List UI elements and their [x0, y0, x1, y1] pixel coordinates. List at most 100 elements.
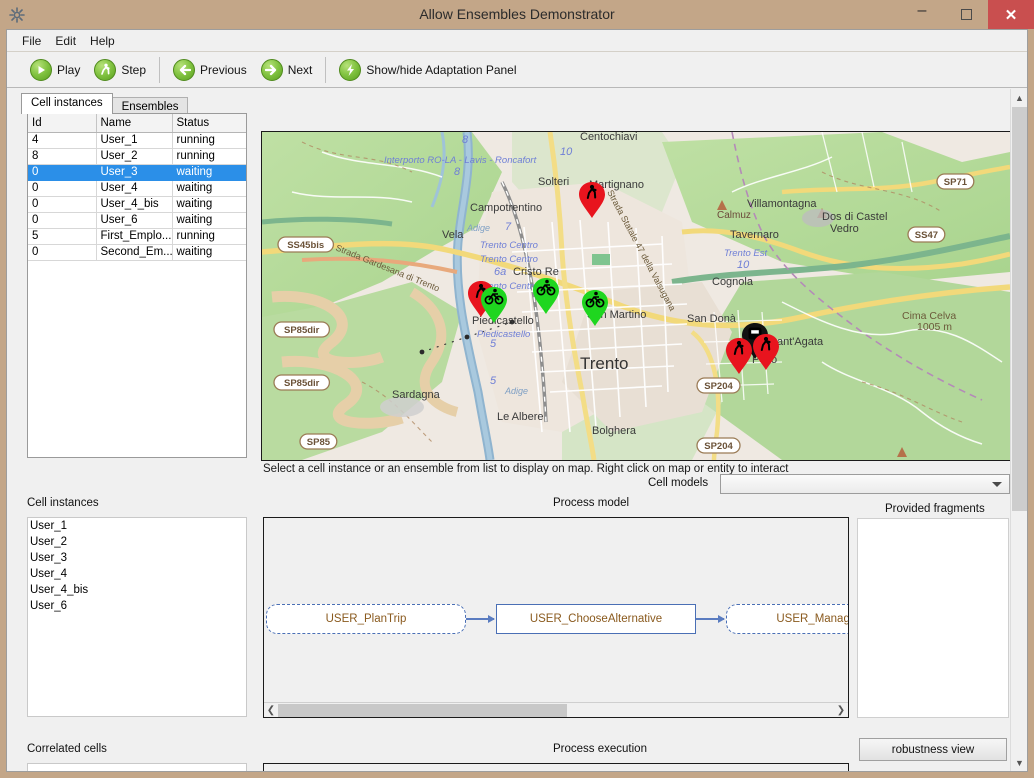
play-icon	[30, 59, 52, 81]
table-row[interactable]: 0 User_6 waiting	[28, 212, 246, 229]
correlated-cells-section-label: Correlated cells	[27, 743, 107, 755]
process-arrow-1	[466, 615, 495, 623]
map-view[interactable]: Centochiavi Interporto RO-LA - Lavis - Ro…	[261, 131, 1011, 461]
list-item[interactable]: User_2	[28, 534, 246, 550]
svg-text:SP85: SP85	[307, 437, 331, 448]
list-item[interactable]: User_4_bis	[28, 582, 246, 598]
list-item[interactable]: User_3	[28, 550, 246, 566]
application-window: Allow Ensembles Demonstrator – ✕ File Ed…	[0, 0, 1034, 778]
step-button[interactable]: Step	[87, 57, 153, 83]
previous-button-label: Previous	[200, 63, 247, 77]
menu-file[interactable]: File	[15, 32, 48, 50]
map-label: 5	[490, 338, 497, 350]
map-label: 10	[560, 146, 573, 158]
provided-fragments-section-label: Provided fragments	[885, 503, 985, 515]
table-row[interactable]: 5 First_Emplo... running	[28, 228, 246, 245]
map-road-shield: SP85dir	[273, 321, 331, 338]
next-button-label: Next	[287, 63, 313, 77]
correlated-cells-list[interactable]	[27, 763, 247, 771]
map-label: Vela	[442, 229, 464, 241]
menu-help[interactable]: Help	[83, 32, 122, 50]
map-label: Trento Centro	[480, 240, 538, 251]
process-model-panel[interactable]: USER_PlanTrip USER_ChooseAlternative USE…	[263, 517, 849, 718]
toolbar-separator-1	[159, 57, 161, 83]
arrow-right-icon	[260, 59, 283, 81]
process-node-choosealternative[interactable]: USER_ChooseAlternative	[496, 604, 696, 634]
table-cell-status: waiting	[172, 164, 246, 181]
list-item[interactable]: User_4	[28, 566, 246, 582]
table-cell-name: First_Emplo...	[96, 228, 173, 245]
svg-text:SP204: SP204	[704, 441, 733, 452]
map-label: 7	[505, 221, 512, 233]
process-execution-panel[interactable]: USER_PlanTrip USER_ChooseAlternative USE…	[263, 763, 849, 771]
table-row[interactable]: 4 User_1 running	[28, 132, 246, 149]
previous-button[interactable]: Previous	[166, 57, 254, 83]
map-label: Trento Centro	[480, 254, 538, 265]
table-cell-name: User_2	[96, 148, 173, 165]
robustness-view-button[interactable]: robustness view	[859, 738, 1007, 761]
walk-icon	[94, 59, 117, 81]
title-bar: Allow Ensembles Demonstrator – ✕	[0, 0, 1034, 29]
show-hide-adaptation-panel-button[interactable]: Show/hide Adaptation Panel	[332, 57, 523, 83]
maximize-button[interactable]	[944, 0, 988, 29]
provided-fragments-list[interactable]	[857, 518, 1009, 718]
column-header-id[interactable]: Id	[28, 114, 97, 133]
map-label: Trento	[580, 354, 629, 373]
map-label: 8	[454, 166, 461, 178]
table-header-row: Id Name Status	[28, 114, 246, 133]
process-node-plantrip[interactable]: USER_PlanTrip	[266, 604, 466, 634]
scroll-up-icon[interactable]: ▲	[1011, 89, 1027, 106]
chevron-down-icon	[992, 481, 1002, 487]
menu-edit[interactable]: Edit	[48, 32, 83, 50]
menu-bar: File Edit Help	[7, 30, 1027, 52]
table-row[interactable]: 0 User_4_bis waiting	[28, 196, 246, 213]
map-label: Calmuz	[717, 210, 751, 221]
map-label: Cognola	[712, 276, 754, 288]
table-row[interactable]: 0 User_3 waiting	[28, 164, 246, 181]
hscroll-thumb[interactable]	[278, 703, 568, 717]
table-cell-name: Second_Em...	[96, 244, 173, 261]
map-label: 5	[490, 375, 497, 387]
close-button[interactable]: ✕	[988, 0, 1034, 29]
column-header-name[interactable]: Name	[96, 114, 173, 133]
cell-instances-list[interactable]: User_1 User_2 User_3 User_4 User_4_bis User_6	[27, 517, 247, 717]
minimize-button[interactable]: –	[900, 0, 944, 29]
map-label: Strada Gardesana di Trento	[334, 243, 441, 294]
table-row[interactable]: 0 Second_Em... waiting	[28, 244, 246, 261]
walk-marker[interactable]	[579, 182, 605, 218]
client-area: File Edit Help Play Step Previous Next S…	[6, 29, 1028, 772]
map-label: Adige	[504, 386, 528, 396]
table-row[interactable]: 0 User_4 waiting	[28, 180, 246, 197]
map-label: Campotrentino	[470, 202, 542, 214]
list-item[interactable]: User_1	[28, 518, 246, 534]
hscroll-track[interactable]	[278, 703, 834, 717]
process-arrow-2	[696, 615, 725, 623]
cell-instances-table: Id Name Status 4 User_1 running 8 User_2 runn…	[28, 114, 246, 261]
play-button[interactable]: Play	[23, 57, 87, 83]
svg-text:SP71: SP71	[944, 177, 968, 188]
column-header-status[interactable]: Status	[172, 114, 246, 133]
map-label: 1005 m	[917, 321, 952, 333]
tab-cell-instances[interactable]: Cell instances	[21, 93, 113, 114]
walk-marker[interactable]	[726, 338, 752, 374]
hscroll-right-icon[interactable]: ❯	[834, 705, 848, 716]
map-label: 8	[462, 134, 469, 146]
process-model-hscrollbar[interactable]: ❮ ❯	[264, 702, 848, 717]
table-row[interactable]: 8 User_2 running	[28, 148, 246, 165]
cell-models-dropdown[interactable]	[720, 474, 1010, 494]
list-item[interactable]: User_6	[28, 598, 246, 614]
map-label: Sardagna	[392, 389, 441, 401]
map-labels-overlay: Centochiavi Interporto RO-LA - Lavis - Ro…	[273, 132, 975, 454]
map-label: Villamontagna	[747, 198, 817, 210]
map-road-shield: SS47	[907, 226, 946, 243]
table-cell-name: User_4_bis	[96, 196, 173, 213]
scroll-down-icon[interactable]: ▼	[1011, 754, 1027, 771]
process-node-managetrip[interactable]: USER_ManageTrip	[726, 604, 848, 634]
table-cell-name: User_6	[96, 212, 173, 229]
bike-marker[interactable]	[533, 278, 559, 314]
show-hide-adaptation-panel-label: Show/hide Adaptation Panel	[366, 63, 517, 77]
main-vertical-scrollbar[interactable]: ▲ ▼	[1010, 89, 1027, 771]
next-button[interactable]: Next	[254, 57, 320, 83]
scrollbar-thumb[interactable]	[1012, 107, 1027, 511]
hscroll-left-icon[interactable]: ❮	[264, 705, 278, 716]
